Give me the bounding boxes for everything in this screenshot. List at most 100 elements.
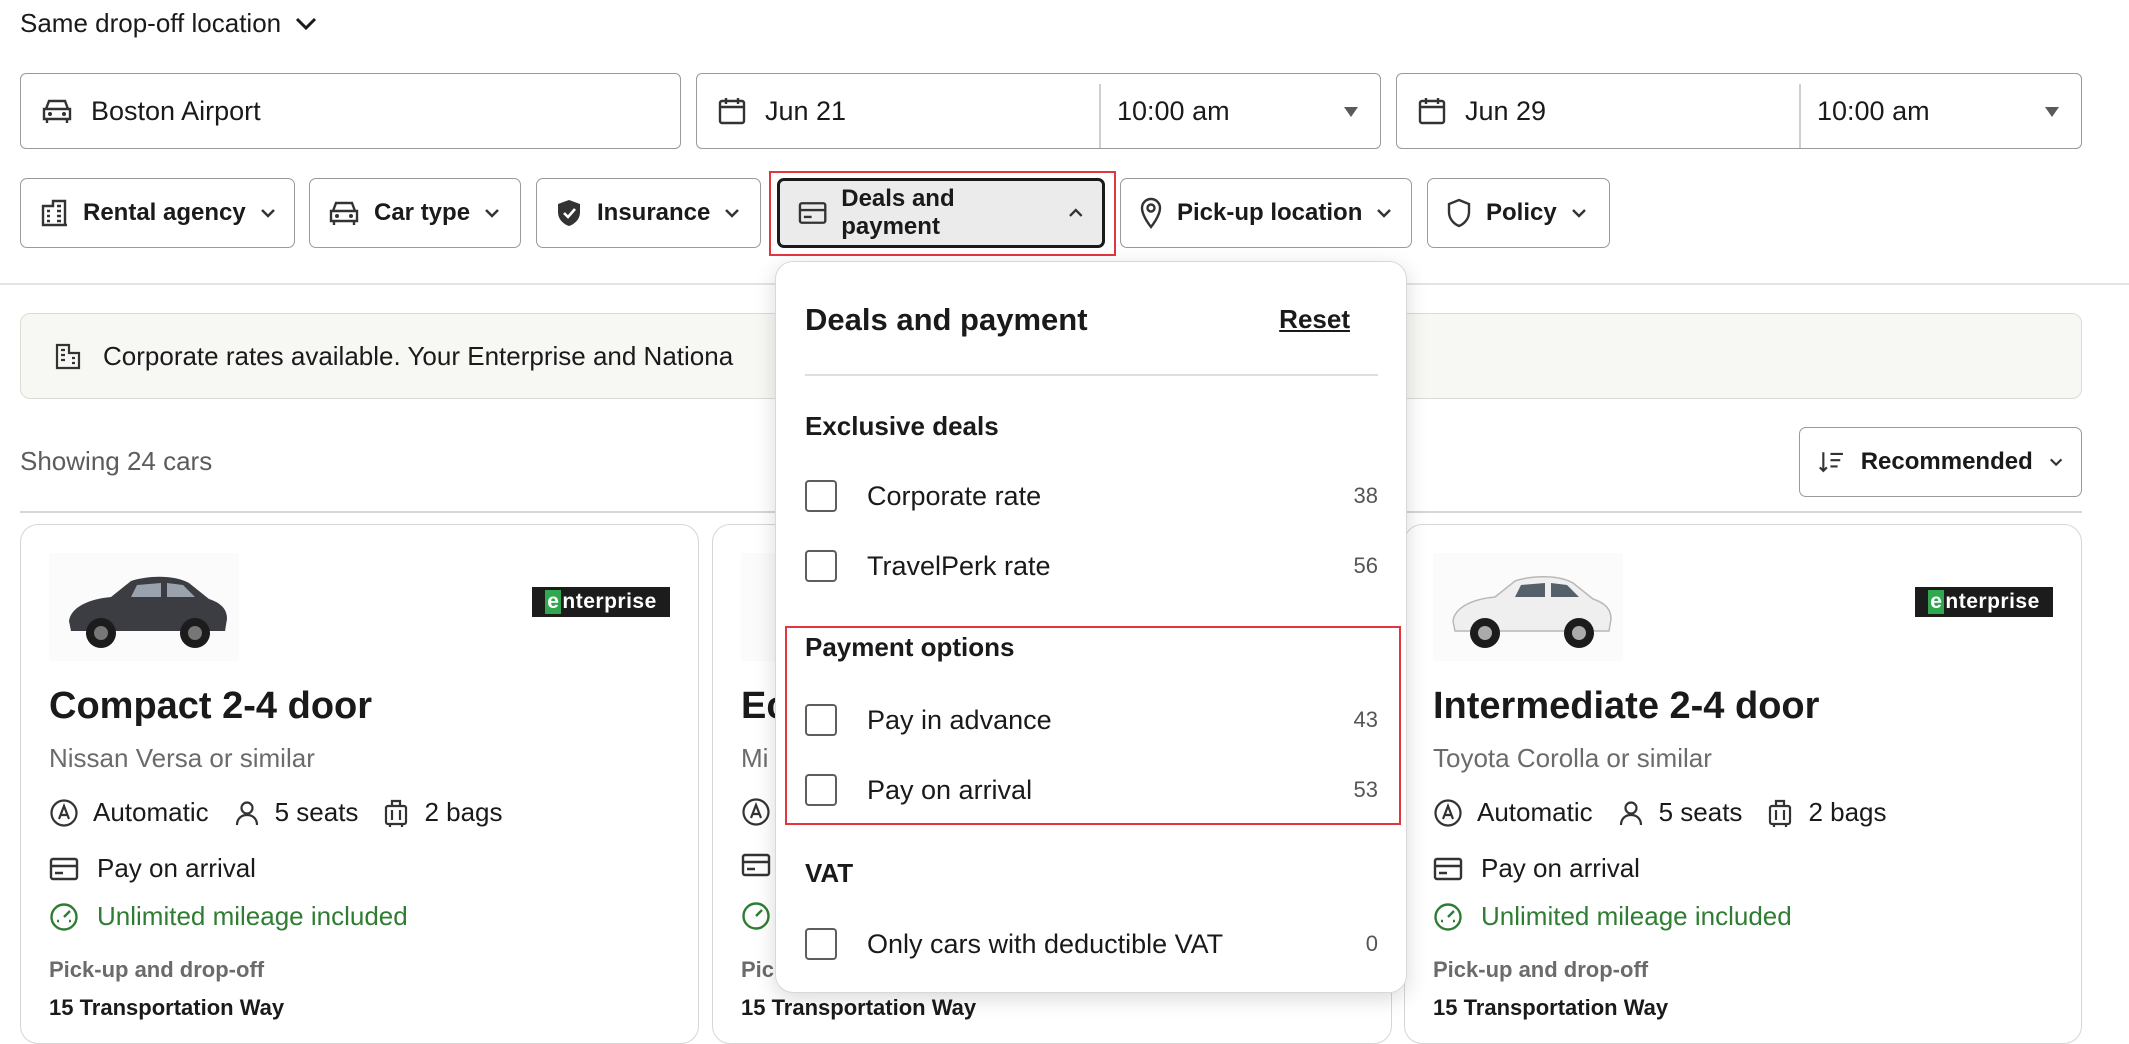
- chevron-down-icon: [725, 209, 740, 218]
- car-image: [1433, 553, 1623, 661]
- pickup-address: 15 Transportation Way: [1433, 995, 1669, 1020]
- speedometer-icon: [1434, 902, 1462, 931]
- shield-check-icon: [558, 200, 580, 226]
- filter-label: Pick-up location: [1177, 199, 1363, 226]
- sort-icon: [1819, 452, 1843, 473]
- automatic-transmission-icon: [50, 798, 78, 827]
- calendar-icon: [1417, 96, 1447, 126]
- bags: 2 bags: [424, 797, 503, 827]
- filter-insurance[interactable]: Insurance: [536, 178, 761, 248]
- automatic-transmission-icon: [1434, 798, 1462, 827]
- checkbox[interactable]: [805, 928, 837, 960]
- car-card[interactable]: e nterprise Compact 2-4 door Nissan Versa…: [20, 524, 699, 1044]
- mileage-label: Unlimited mileage included: [1481, 901, 1792, 931]
- option-travelperk-rate[interactable]: TravelPerk rate 56: [805, 546, 1378, 586]
- checkbox[interactable]: [805, 550, 837, 582]
- dropdown-divider: [805, 374, 1378, 376]
- sort-dropdown[interactable]: Recommended: [1799, 427, 2082, 497]
- chevron-down-icon: [1571, 209, 1586, 218]
- person-icon: [235, 800, 258, 825]
- pickup-location-input[interactable]: Boston Airport: [20, 73, 681, 149]
- pickup-heading: Pick-up and drop-off: [49, 957, 265, 982]
- dropoff-location-toggle[interactable]: Same drop-off location: [20, 8, 317, 39]
- reset-button[interactable]: Reset: [1279, 304, 1350, 335]
- luggage-icon: [385, 799, 408, 827]
- location-value: Boston Airport: [91, 95, 261, 126]
- option-deductible-vat[interactable]: Only cars with deductible VAT 0: [805, 924, 1378, 964]
- pickup-date[interactable]: Jun 21: [765, 96, 846, 127]
- payment-info: [741, 853, 771, 877]
- option-corporate-rate[interactable]: Corporate rate 38: [805, 476, 1378, 516]
- chevron-down-icon: [260, 209, 275, 218]
- section-vat: VAT: [805, 858, 854, 888]
- pickup-address: 15 Transportation Way: [49, 995, 285, 1020]
- chevron-down-icon: [485, 209, 499, 218]
- speedometer-icon: [742, 902, 770, 930]
- option-label: Corporate rate: [867, 480, 1042, 511]
- location-pin-icon: [1140, 197, 1162, 229]
- car-specs: Automatic 5 seats 2 bags: [1433, 797, 1887, 828]
- dropoff-datetime-field[interactable]: Jun 29 10:00 am: [1396, 73, 2082, 149]
- building-icon: [55, 343, 81, 370]
- dropoff-location-label: Same drop-off location: [20, 8, 282, 38]
- mileage-info: Unlimited mileage included: [49, 901, 408, 932]
- pickup-heading: Pic: [741, 957, 775, 982]
- building-icon: [41, 199, 67, 227]
- filter-policy[interactable]: Policy: [1427, 178, 1610, 248]
- payment-info: Pay on arrival: [49, 853, 256, 884]
- filter-pickup-location[interactable]: Pick-up location: [1120, 178, 1412, 248]
- payment-info: Pay on arrival: [1433, 853, 1640, 884]
- car-image: [49, 553, 239, 661]
- chevron-down-icon: [2049, 458, 2062, 467]
- car-title: Compact 2-4 door: [49, 685, 373, 727]
- dropoff-time-dropdown-icon[interactable]: [2045, 107, 2059, 117]
- highlight-box-payment-options: [785, 626, 1401, 825]
- car-card[interactable]: e nterprise Intermediate 2-4 door Toyota …: [1404, 524, 2082, 1044]
- option-label: TravelPerk rate: [867, 550, 1051, 581]
- chevron-down-icon: [296, 17, 317, 30]
- car-title: Intermediate 2-4 door: [1433, 685, 1820, 727]
- transmission: Automatic: [93, 797, 209, 827]
- filter-label: Policy: [1486, 199, 1557, 226]
- filter-label: Car type: [374, 199, 471, 226]
- highlight-box-deals-button: [769, 171, 1116, 256]
- checkbox[interactable]: [805, 480, 837, 512]
- option-count: 0: [1365, 931, 1378, 956]
- car-subtitle: Mi: [741, 743, 769, 773]
- filter-rental-agency[interactable]: Rental agency: [20, 178, 295, 248]
- pickup-datetime-field[interactable]: Jun 21 10:00 am: [696, 73, 1381, 149]
- dropoff-date[interactable]: Jun 29: [1465, 96, 1546, 127]
- person-icon: [1619, 800, 1642, 825]
- sort-label: Recommended: [1860, 448, 2033, 475]
- dropoff-time[interactable]: 10:00 am: [1817, 96, 1930, 127]
- luggage-icon: [1769, 799, 1792, 827]
- bags: 2 bags: [1808, 797, 1887, 827]
- filter-label: Insurance: [597, 199, 711, 226]
- chevron-down-icon: [1377, 209, 1392, 218]
- pickup-heading: Pick-up and drop-off: [1433, 957, 1649, 982]
- car-subtitle: Nissan Versa or similar: [49, 743, 315, 773]
- section-exclusive-deals: Exclusive deals: [805, 411, 999, 441]
- filter-label: Rental agency: [83, 199, 246, 226]
- speedometer-icon: [50, 902, 78, 931]
- pickup-time-dropdown-icon[interactable]: [1344, 107, 1358, 117]
- dropdown-title: Deals and payment: [805, 302, 1088, 337]
- option-count: 56: [1353, 553, 1378, 578]
- credit-card-icon: [49, 857, 79, 880]
- car-specs: Automatic 5 seats 2 bags: [49, 797, 503, 828]
- car-specs: [741, 797, 771, 827]
- enterprise-logo: e nterprise: [532, 587, 670, 617]
- option-label: Only cars with deductible VAT: [867, 928, 1224, 959]
- pickup-time[interactable]: 10:00 am: [1117, 96, 1230, 127]
- pickup-address: 15 Transportation Way: [741, 995, 977, 1020]
- car-subtitle: Toyota Corolla or similar: [1433, 743, 1712, 773]
- payment-label: Pay on arrival: [1481, 853, 1640, 883]
- banner-text: Corporate rates available. Your Enterpri…: [103, 340, 734, 371]
- option-count: 38: [1353, 483, 1378, 508]
- enterprise-logo: e nterprise: [1915, 587, 2053, 617]
- mileage-info: Unlimited mileage included: [1433, 901, 1792, 932]
- transmission: Automatic: [1477, 797, 1593, 827]
- filter-car-type[interactable]: Car type: [309, 178, 521, 248]
- calendar-icon: [717, 96, 747, 126]
- results-count: Showing 24 cars: [20, 446, 213, 476]
